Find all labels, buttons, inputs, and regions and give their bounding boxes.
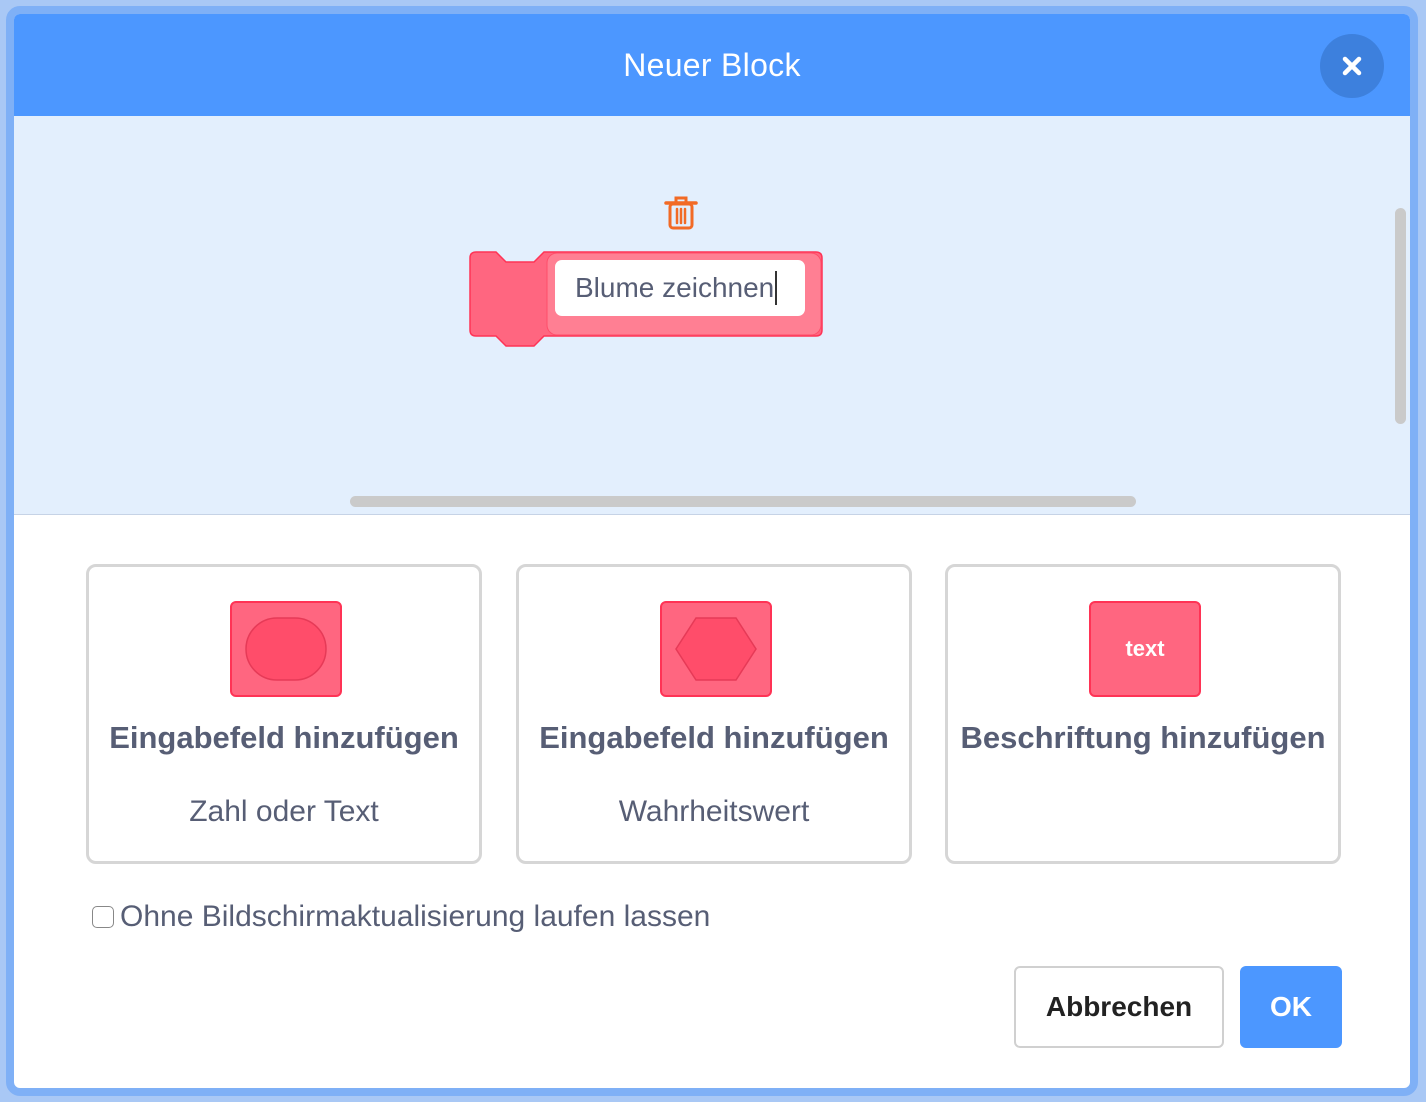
- close-icon: [1342, 56, 1362, 76]
- cancel-button[interactable]: Abbrechen: [1014, 966, 1224, 1048]
- option-subtitle: Wahrheitswert: [618, 795, 810, 828]
- block-preview-workspace: Blume zeichnen: [14, 116, 1410, 515]
- option-title: Eingabefeld hinzufügen: [539, 720, 889, 755]
- new-block-dialog: Neuer Block Blume zeichnen Eingabefeld h…: [6, 6, 1418, 1096]
- option-subtitle: Zahl oder Text: [189, 795, 379, 828]
- trash-icon[interactable]: [661, 192, 701, 232]
- dialog-header: Neuer Block: [14, 14, 1410, 116]
- close-button[interactable]: [1320, 34, 1384, 98]
- horizontal-scrollbar[interactable]: [350, 496, 1136, 507]
- block-options: Eingabefeld hinzufügen Zahl oder Text Ei…: [86, 564, 1342, 864]
- add-boolean-input-button[interactable]: Eingabefeld hinzufügen Wahrheitswert: [516, 564, 912, 864]
- run-without-refresh-label: Ohne Bildschirmaktualisierung laufen las…: [120, 900, 711, 933]
- ok-button[interactable]: OK: [1240, 966, 1342, 1048]
- number-text-input-icon: [230, 601, 342, 697]
- dialog-title: Neuer Block: [623, 46, 801, 83]
- block-name-input[interactable]: Blume zeichnen: [555, 260, 805, 316]
- add-label-button[interactable]: text Beschriftung hinzufügen: [945, 564, 1341, 864]
- option-title: Beschriftung hinzufügen: [960, 720, 1326, 755]
- boolean-input-icon: [660, 601, 772, 697]
- label-icon-text: text: [1125, 636, 1165, 661]
- block-name-text: Blume zeichnen: [575, 272, 775, 303]
- vertical-scrollbar[interactable]: [1395, 208, 1406, 424]
- run-without-refresh-row[interactable]: Ohne Bildschirmaktualisierung laufen las…: [92, 900, 710, 934]
- label-icon: text: [1089, 601, 1201, 697]
- option-title: Eingabefeld hinzufügen: [109, 720, 459, 755]
- add-number-text-input-button[interactable]: Eingabefeld hinzufügen Zahl oder Text: [86, 564, 482, 864]
- run-without-refresh-checkbox[interactable]: [92, 906, 114, 928]
- text-caret: [775, 271, 778, 305]
